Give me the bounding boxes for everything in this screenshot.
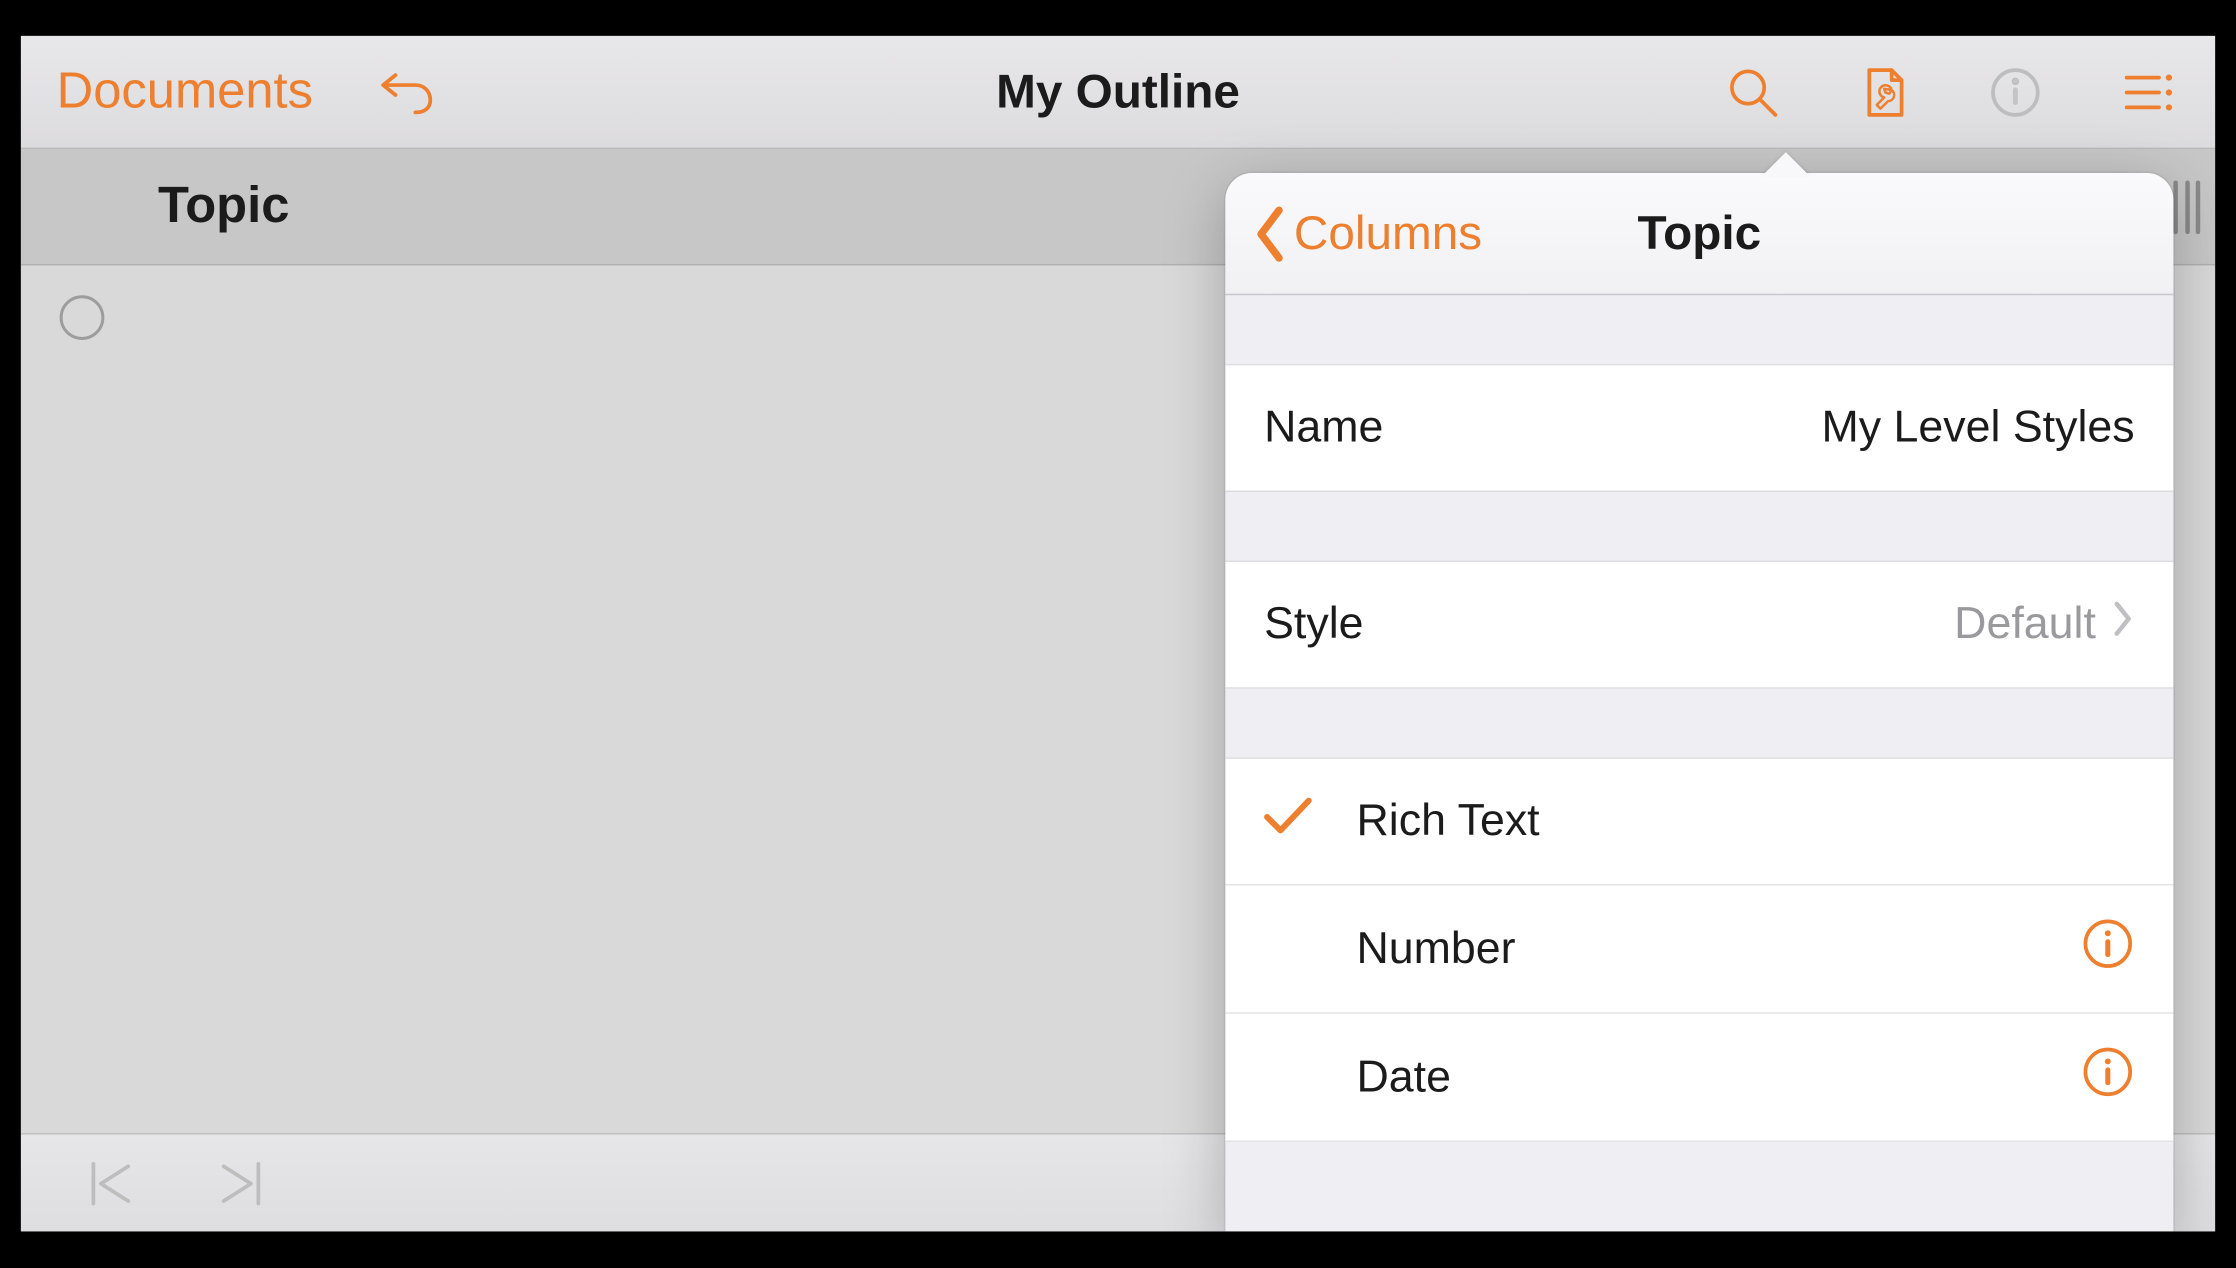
column-resize-handle[interactable]	[2173, 180, 2200, 234]
documents-button[interactable]: Documents	[57, 63, 313, 121]
column-type-option[interactable]: Rich Text	[1225, 758, 2173, 886]
info-icon	[1986, 62, 2046, 122]
prev-row-button[interactable]	[80, 1151, 146, 1217]
column-type-option[interactable]: Date	[1225, 1014, 2173, 1142]
undo-icon	[376, 62, 436, 122]
style-value: Default	[1954, 600, 2096, 651]
popover-arrow	[1762, 153, 1810, 177]
column-type-option[interactable]: Number	[1225, 886, 2173, 1014]
style-cell[interactable]: Style Default	[1225, 561, 2173, 689]
info-icon	[2081, 916, 2135, 970]
next-row-button[interactable]	[206, 1151, 272, 1217]
column-type-label: Number	[1357, 924, 1516, 975]
column-type-label: Rich Text	[1357, 796, 1540, 847]
chevron-left-icon	[1249, 204, 1291, 264]
info-icon	[2081, 1045, 2135, 1099]
view-options-button[interactable]	[2114, 59, 2180, 125]
top-toolbar: Documents My Outline	[21, 36, 2215, 149]
wrench-document-icon	[1854, 62, 1914, 122]
list-icon	[2117, 62, 2177, 122]
column-type-list: Rich Text Number Date	[1225, 758, 2173, 1143]
checkmark-icon	[1261, 793, 1315, 850]
name-cell[interactable]: Name My Level Styles	[1225, 364, 2173, 492]
type-info-button[interactable]	[2081, 1045, 2135, 1111]
column-inspector-popover: Columns Topic Name My Level Styles Style…	[1225, 173, 2173, 1231]
chevron-right-icon	[2111, 600, 2135, 651]
row-handle-icon[interactable]	[60, 296, 105, 341]
undo-button[interactable]	[373, 59, 439, 125]
search-icon	[1723, 62, 1783, 122]
first-arrow-icon	[80, 1153, 146, 1213]
type-info-button[interactable]	[2081, 916, 2135, 982]
name-label: Name	[1264, 403, 1383, 454]
column-header-title: Topic	[158, 178, 289, 236]
inspector-button[interactable]	[1851, 59, 1917, 125]
name-value: My Level Styles	[1821, 403, 2134, 454]
info-button[interactable]	[1983, 59, 2049, 125]
popover-header: Columns Topic	[1225, 173, 2173, 295]
last-arrow-icon	[206, 1153, 272, 1213]
column-type-label: Date	[1357, 1052, 1451, 1103]
search-button[interactable]	[1720, 59, 1786, 125]
style-label: Style	[1264, 600, 1363, 651]
popover-back-button[interactable]: Columns	[1243, 204, 1482, 264]
popover-back-label: Columns	[1294, 206, 1482, 261]
